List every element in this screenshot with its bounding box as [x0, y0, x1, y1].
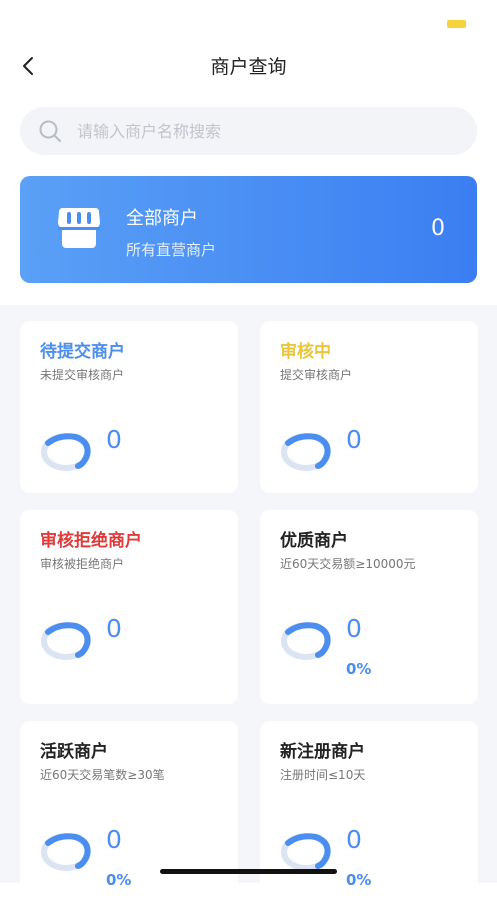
progress-ring-icon — [281, 833, 331, 871]
hero-count: 0 — [431, 216, 445, 241]
search-icon — [39, 120, 61, 142]
card-count: 0 — [106, 425, 122, 454]
card-count: 0 — [106, 825, 122, 854]
card-count: 0 — [346, 614, 362, 643]
progress-ring-icon — [41, 833, 91, 871]
merchant-card-6[interactable]: 新注册商户注册时间≤10天 0 0% — [260, 721, 478, 901]
merchant-card-3[interactable]: 审核拒绝商户审核被拒绝商户 0 — [20, 510, 238, 704]
progress-ring-icon — [41, 433, 91, 471]
home-indicator — [160, 869, 337, 874]
card-subtitle: 近60天交易笔数≥30笔 — [40, 768, 165, 782]
card-title: 待提交商户 — [40, 342, 125, 362]
card-title: 审核中 — [280, 342, 331, 362]
card-count: 0 — [106, 614, 122, 643]
card-count: 0 — [346, 425, 362, 454]
card-count: 0 — [346, 825, 362, 854]
card-title: 审核拒绝商户 — [40, 531, 142, 551]
navigation-bar: 商户查询 — [0, 44, 497, 88]
merchant-card-5[interactable]: 活跃商户近60天交易笔数≥30笔 0 0% — [20, 721, 238, 901]
card-percent: 0% — [346, 871, 372, 889]
shop-icon — [58, 208, 100, 248]
page-title: 商户查询 — [210, 56, 287, 78]
battery-indicator — [447, 20, 466, 28]
card-subtitle: 近60天交易额≥10000元 — [280, 557, 416, 571]
search-input[interactable] — [75, 120, 459, 142]
search-bar[interactable] — [20, 107, 477, 155]
hero-subtitle: 所有直营商户 — [126, 241, 217, 259]
card-subtitle: 注册时间≤10天 — [280, 768, 366, 782]
progress-ring-icon — [41, 622, 91, 660]
card-title: 新注册商户 — [280, 742, 365, 762]
progress-ring-icon — [281, 433, 331, 471]
card-subtitle: 未提交审核商户 — [40, 368, 125, 382]
merchant-card-2[interactable]: 审核中提交审核商户 0 — [260, 321, 478, 493]
all-merchants-card[interactable]: 全部商户 所有直营商户 0 — [20, 176, 477, 283]
progress-ring-icon — [281, 622, 331, 660]
card-percent: 0% — [346, 660, 372, 678]
merchant-card-1[interactable]: 待提交商户未提交审核商户 0 — [20, 321, 238, 493]
card-percent: 0% — [106, 871, 132, 889]
merchant-card-4[interactable]: 优质商户近60天交易额≥10000元 0 0% — [260, 510, 478, 704]
card-subtitle: 审核被拒绝商户 — [40, 557, 125, 571]
hero-title: 全部商户 — [126, 208, 198, 229]
card-title: 活跃商户 — [40, 742, 108, 762]
card-title: 优质商户 — [280, 531, 348, 551]
card-subtitle: 提交审核商户 — [280, 368, 353, 382]
